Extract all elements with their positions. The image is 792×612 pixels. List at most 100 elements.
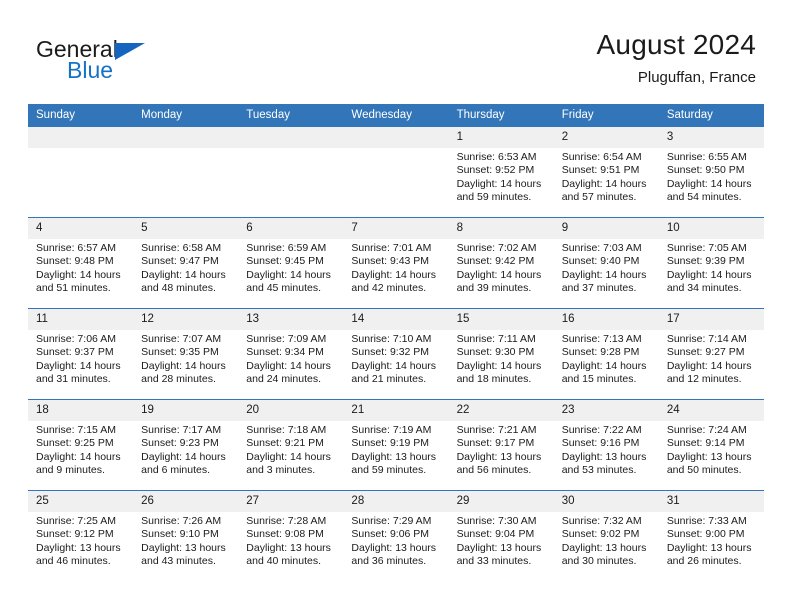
day-detail-line: Sunrise: 7:09 AM: [246, 333, 327, 345]
day-details: Sunrise: 6:54 AM Sunset: 9:51 PM Daylight:…: [554, 148, 659, 205]
calendar-cell: 6 Sunrise: 6:59 AM Sunset: 9:45 PM Daylight…: [238, 217, 344, 309]
day-cell[interactable]: 28 Sunrise: 7:29 AM Sunset: 9:06 PM Dayligh…: [343, 491, 449, 581]
day-detail-line: Daylight: 13 hours: [666, 450, 752, 463]
day-detail-line: and 15 minutes.: [561, 373, 637, 386]
day-detail-line: Daylight: 13 hours: [456, 541, 542, 554]
day-cell[interactable]: 19 Sunrise: 7:17 AM Sunset: 9:23 PM Dayligh…: [133, 400, 239, 490]
day-detail-line: Sunset: 9:50 PM: [666, 164, 745, 177]
day-detail-line: Sunset: 9:51 PM: [561, 164, 640, 177]
calendar-week-row: 25 Sunrise: 7:25 AM Sunset: 9:12 PM Dayligh…: [28, 490, 764, 581]
day-number: 1: [448, 127, 554, 148]
day-cell[interactable]: 2 Sunrise: 6:54 AM Sunset: 9:51 PM Daylight…: [553, 127, 659, 217]
day-cell[interactable]: 25 Sunrise: 7:25 AM Sunset: 9:12 PM Dayligh…: [28, 491, 134, 581]
day-detail-line: Daylight: 14 hours: [666, 359, 752, 372]
day-cell[interactable]: 15 Sunrise: 7:11 AM Sunset: 9:30 PM Dayligh…: [448, 309, 554, 399]
weekday-header-tuesday: Tuesday: [238, 104, 344, 127]
day-cell[interactable]: 1 Sunrise: 6:53 AM Sunset: 9:52 PM Daylight…: [448, 127, 554, 217]
day-number: 24: [658, 400, 764, 421]
day-cell[interactable]: 10 Sunrise: 7:05 AM Sunset: 9:39 PM Dayligh…: [658, 218, 764, 308]
day-details: Sunrise: 7:28 AM Sunset: 9:08 PM Daylight:…: [238, 512, 343, 569]
day-cell[interactable]: 12 Sunrise: 7:07 AM Sunset: 9:35 PM Dayligh…: [133, 309, 239, 399]
day-number: 25: [28, 491, 134, 512]
day-detail-line: Sunset: 9:12 PM: [36, 528, 114, 541]
day-details: Sunrise: 7:18 AM Sunset: 9:21 PM Daylight:…: [238, 421, 343, 478]
calendar-cell: 3 Sunrise: 6:55 AM Sunset: 9:50 PM Daylight…: [658, 127, 764, 218]
calendar-cell: 10 Sunrise: 7:05 AM Sunset: 9:39 PM Dayligh…: [658, 217, 764, 309]
day-detail-line: Sunset: 9:39 PM: [666, 255, 745, 268]
day-cell[interactable]: 20 Sunrise: 7:18 AM Sunset: 9:21 PM Dayligh…: [238, 400, 344, 490]
day-details: Sunrise: 7:32 AM Sunset: 9:02 PM Daylight:…: [554, 512, 659, 569]
calendar-cell: 16 Sunrise: 7:13 AM Sunset: 9:28 PM Dayligh…: [553, 308, 659, 400]
brand-logo[interactable]: General Blue: [36, 36, 266, 92]
day-details: [28, 148, 133, 151]
day-details: Sunrise: 7:02 AM Sunset: 9:42 PM Daylight:…: [449, 239, 554, 296]
day-cell[interactable]: 4 Sunrise: 6:57 AM Sunset: 9:48 PM Daylight…: [28, 218, 134, 308]
day-detail-line: Daylight: 13 hours: [561, 541, 647, 554]
day-cell[interactable]: 30 Sunrise: 7:32 AM Sunset: 9:02 PM Dayligh…: [553, 491, 659, 581]
day-detail-line: Daylight: 14 hours: [561, 359, 647, 372]
day-detail-line: and 21 minutes.: [351, 373, 427, 386]
day-number: 9: [553, 218, 659, 239]
day-detail-line: Sunrise: 6:57 AM: [36, 242, 116, 254]
day-cell[interactable]: 17 Sunrise: 7:14 AM Sunset: 9:27 PM Dayligh…: [658, 309, 764, 399]
day-cell[interactable]: 22 Sunrise: 7:21 AM Sunset: 9:17 PM Dayligh…: [448, 400, 554, 490]
day-number: 6: [238, 218, 344, 239]
day-cell[interactable]: 8 Sunrise: 7:02 AM Sunset: 9:42 PM Daylight…: [448, 218, 554, 308]
calendar-cell: 9 Sunrise: 7:03 AM Sunset: 9:40 PM Daylight…: [553, 217, 659, 309]
day-number: 28: [343, 491, 449, 512]
calendar-cell: 14 Sunrise: 7:10 AM Sunset: 9:32 PM Dayligh…: [343, 308, 449, 400]
calendar-cell: 13 Sunrise: 7:09 AM Sunset: 9:34 PM Dayligh…: [238, 308, 344, 400]
day-details: Sunrise: 7:21 AM Sunset: 9:17 PM Daylight:…: [449, 421, 554, 478]
day-detail-line: and 54 minutes.: [666, 191, 742, 204]
day-detail-line: Sunrise: 7:17 AM: [141, 424, 222, 436]
day-detail-line: Daylight: 13 hours: [351, 450, 437, 463]
day-cell[interactable]: 27 Sunrise: 7:28 AM Sunset: 9:08 PM Dayligh…: [238, 491, 344, 581]
day-cell[interactable]: 6 Sunrise: 6:59 AM Sunset: 9:45 PM Daylight…: [238, 218, 344, 308]
day-number: [28, 127, 134, 148]
day-cell[interactable]: 21 Sunrise: 7:19 AM Sunset: 9:19 PM Dayligh…: [343, 400, 449, 490]
day-detail-line: and 39 minutes.: [456, 282, 532, 295]
day-cell[interactable]: 3 Sunrise: 6:55 AM Sunset: 9:50 PM Daylight…: [658, 127, 764, 217]
day-cell[interactable]: 13 Sunrise: 7:09 AM Sunset: 9:34 PM Dayligh…: [238, 309, 344, 399]
day-detail-line: Sunset: 9:27 PM: [666, 346, 745, 359]
day-cell-empty: [133, 127, 239, 217]
day-cell[interactable]: 31 Sunrise: 7:33 AM Sunset: 9:00 PM Dayligh…: [658, 491, 764, 581]
day-detail-line: Sunset: 9:28 PM: [561, 346, 640, 359]
day-cell[interactable]: 26 Sunrise: 7:26 AM Sunset: 9:10 PM Dayligh…: [133, 491, 239, 581]
day-details: Sunrise: 7:25 AM Sunset: 9:12 PM Daylight:…: [28, 512, 133, 569]
day-cell[interactable]: 9 Sunrise: 7:03 AM Sunset: 9:40 PM Daylight…: [553, 218, 659, 308]
day-cell[interactable]: 16 Sunrise: 7:13 AM Sunset: 9:28 PM Dayligh…: [553, 309, 659, 399]
day-details: Sunrise: 7:13 AM Sunset: 9:28 PM Daylight:…: [554, 330, 659, 387]
day-details: Sunrise: 6:58 AM Sunset: 9:47 PM Daylight:…: [133, 239, 238, 296]
day-detail-line: Sunset: 9:21 PM: [246, 437, 324, 450]
day-cell[interactable]: 7 Sunrise: 7:01 AM Sunset: 9:43 PM Daylight…: [343, 218, 449, 308]
day-cell[interactable]: 24 Sunrise: 7:24 AM Sunset: 9:14 PM Dayligh…: [658, 400, 764, 490]
day-cell[interactable]: 11 Sunrise: 7:06 AM Sunset: 9:37 PM Dayligh…: [28, 309, 134, 399]
day-detail-line: Sunset: 9:00 PM: [666, 528, 745, 541]
day-cell[interactable]: 18 Sunrise: 7:15 AM Sunset: 9:25 PM Dayligh…: [28, 400, 134, 490]
day-detail-line: Sunrise: 7:15 AM: [36, 424, 116, 436]
day-detail-line: and 43 minutes.: [141, 555, 216, 568]
day-cell[interactable]: 23 Sunrise: 7:22 AM Sunset: 9:16 PM Dayligh…: [553, 400, 659, 490]
calendar-cell: [343, 127, 449, 218]
day-details: Sunrise: 7:09 AM Sunset: 9:34 PM Daylight:…: [238, 330, 343, 387]
day-cell[interactable]: 14 Sunrise: 7:10 AM Sunset: 9:32 PM Dayligh…: [343, 309, 449, 399]
calendar-page: General Blue August 2024 Pluguffan, Fran…: [0, 0, 792, 612]
calendar-cell: 2 Sunrise: 6:54 AM Sunset: 9:51 PM Daylight…: [553, 127, 659, 218]
day-cell[interactable]: 5 Sunrise: 6:58 AM Sunset: 9:47 PM Daylight…: [133, 218, 239, 308]
day-detail-line: and 59 minutes.: [351, 464, 427, 477]
day-details: Sunrise: 7:15 AM Sunset: 9:25 PM Daylight:…: [28, 421, 133, 478]
day-details: Sunrise: 7:30 AM Sunset: 9:04 PM Daylight:…: [449, 512, 554, 569]
day-detail-line: Sunrise: 7:19 AM: [351, 424, 432, 436]
calendar-cell: 24 Sunrise: 7:24 AM Sunset: 9:14 PM Dayligh…: [658, 399, 764, 491]
title-block: August 2024 Pluguffan, France: [336, 28, 756, 87]
day-detail-line: Sunrise: 7:32 AM: [561, 515, 642, 527]
calendar-cell: 30 Sunrise: 7:32 AM Sunset: 9:02 PM Dayligh…: [553, 490, 659, 581]
day-detail-line: and 26 minutes.: [666, 555, 742, 568]
day-detail-line: Daylight: 14 hours: [36, 450, 121, 463]
calendar-week-row: 11 Sunrise: 7:06 AM Sunset: 9:37 PM Dayligh…: [28, 308, 764, 400]
day-details: Sunrise: 7:24 AM Sunset: 9:14 PM Daylight:…: [659, 421, 764, 478]
day-details: [238, 148, 343, 151]
day-cell[interactable]: 29 Sunrise: 7:30 AM Sunset: 9:04 PM Dayligh…: [448, 491, 554, 581]
calendar-cell: 27 Sunrise: 7:28 AM Sunset: 9:08 PM Dayligh…: [238, 490, 344, 581]
